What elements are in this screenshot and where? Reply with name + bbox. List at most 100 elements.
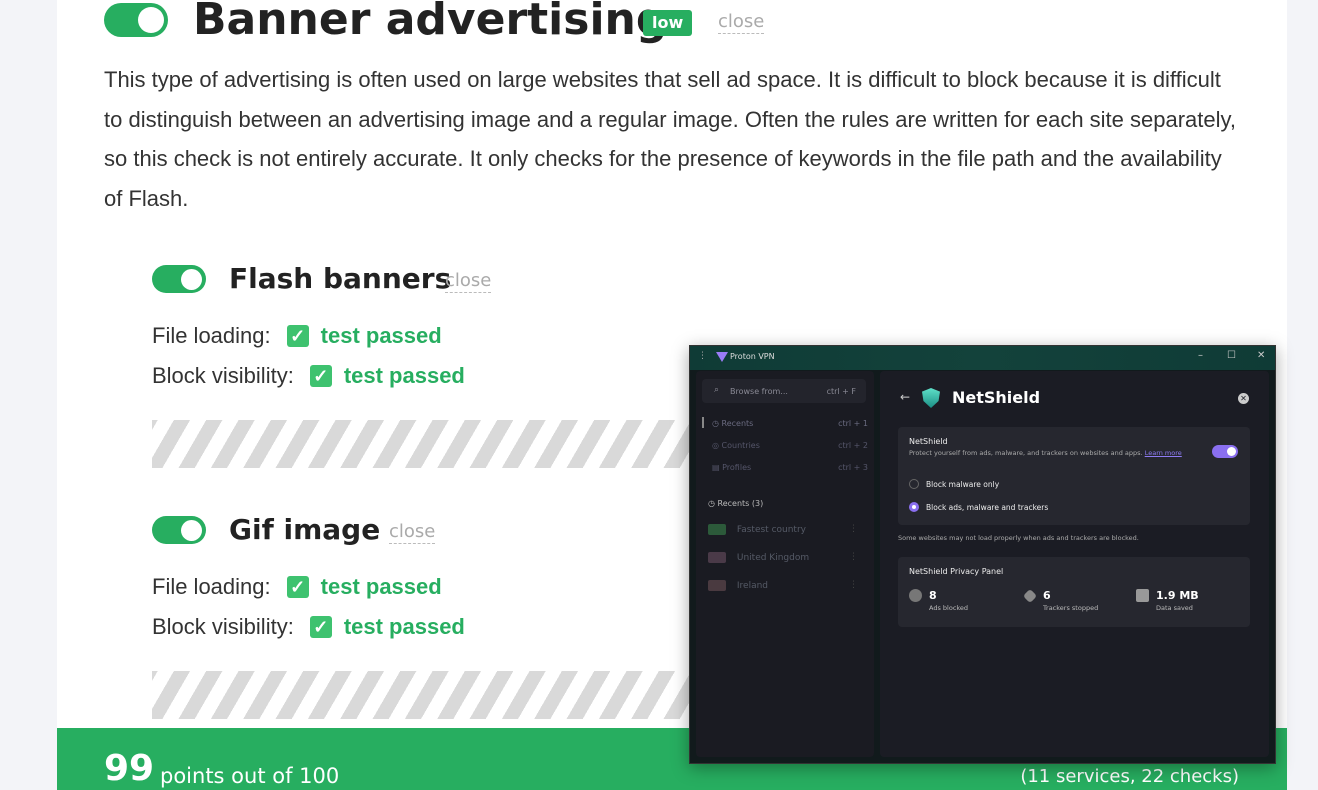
nav-shortcut: ctrl + 1 <box>838 419 868 428</box>
proton-vpn-window: ⋮ Proton VPN – ☐ ✕ ⌕ Browse from... ctrl… <box>689 345 1276 764</box>
checkmark-icon: ✓ <box>309 365 332 387</box>
stat-label: Ads blocked <box>929 604 969 612</box>
row-label: File loading: <box>152 574 271 599</box>
gif-image-toggle[interactable] <box>152 516 206 544</box>
maximize-button[interactable]: ☐ <box>1227 350 1236 361</box>
vpn-app-title: Proton VPN <box>730 352 775 361</box>
netshield-note: Some websites may not load properly when… <box>898 534 1139 542</box>
row-result: test passed <box>343 614 465 639</box>
tracker-icon <box>1022 588 1038 604</box>
flash-block-visibility-row: Block visibility: ✓ test passed <box>152 363 465 389</box>
row-label: Block visibility: <box>152 363 294 388</box>
checkmark-icon: ✓ <box>286 576 309 598</box>
search-icon: ⌕ <box>714 385 720 395</box>
option-block-malware[interactable]: Block malware only <box>909 479 999 489</box>
netshield-toggle[interactable] <box>1212 445 1238 458</box>
row-result: test passed <box>320 574 442 599</box>
checks-summary: (11 services, 22 checks) <box>1020 766 1239 787</box>
clock-icon: ◷ <box>708 499 715 508</box>
test-title-gif-image: Gif image <box>229 513 381 546</box>
netshield-description: Protect yourself from ads, malware, and … <box>909 448 1189 458</box>
toggle-knob <box>138 7 164 33</box>
stat-value: 8 <box>929 589 937 602</box>
search-shortcut: ctrl + F <box>826 387 856 396</box>
flash-file-loading-row: File loading: ✓ test passed <box>152 323 442 349</box>
nav-shortcut: ctrl + 3 <box>838 463 868 472</box>
vpn-sidebar: ⌕ Browse from... ctrl + F ◷ Recents ctrl… <box>696 371 874 757</box>
severity-badge: low <box>643 10 693 36</box>
bolt-icon <box>708 524 726 535</box>
row-result: test passed <box>320 323 442 348</box>
stat-label: Data saved <box>1156 604 1193 612</box>
radio-on-icon <box>909 502 919 512</box>
option-label: Block malware only <box>926 479 1000 489</box>
netshield-panel: ← NetShield ✕ NetShield Protect yourself… <box>880 371 1269 757</box>
nav-item-recents[interactable]: ◷ Recents ctrl + 1 <box>702 417 868 428</box>
privacy-panel: NetShield Privacy Panel 8 Ads blocked 6 … <box>898 557 1250 627</box>
score-value: 99 <box>104 748 155 789</box>
checkmark-icon: ✓ <box>309 616 332 638</box>
ads-blocked-icon <box>909 589 922 602</box>
flag-uk-icon <box>708 552 726 563</box>
banner-advertising-toggle[interactable] <box>104 3 168 37</box>
clock-icon: ◷ <box>712 419 719 428</box>
netshield-settings-card: NetShield Protect yourself from ads, mal… <box>898 427 1250 525</box>
section-close-link[interactable]: close <box>718 11 765 34</box>
more-icon[interactable]: ⋮ <box>849 580 858 590</box>
recent-item-fastest[interactable]: Fastest country ⋮ <box>708 524 858 535</box>
blocked-banner-placeholder <box>152 420 712 468</box>
radio-off-icon <box>909 479 919 489</box>
test-title-flash-banners: Flash banners <box>229 262 452 295</box>
learn-more-link[interactable]: Learn more <box>1145 449 1182 457</box>
nav-label: Countries <box>721 441 760 450</box>
recent-label: United Kingdom <box>736 553 810 563</box>
vpn-titlebar: ⋮ Proton VPN – ☐ ✕ <box>690 346 1275 370</box>
nav-label: Recents <box>721 419 754 428</box>
recent-item-ireland[interactable]: Ireland ⋮ <box>708 580 858 591</box>
gif-file-loading-row: File loading: ✓ test passed <box>152 574 442 600</box>
more-icon[interactable]: ⋮ <box>849 552 858 562</box>
privacy-panel-title: NetShield Privacy Panel <box>909 567 1004 576</box>
blocked-gif-placeholder <box>152 671 712 719</box>
minimize-button[interactable]: – <box>1198 350 1203 361</box>
netshield-shield-icon <box>922 388 940 408</box>
section-title: Banner advertising <box>193 0 668 45</box>
recent-item-uk[interactable]: United Kingdom ⋮ <box>708 552 858 563</box>
recent-label: Fastest country <box>736 525 806 535</box>
menu-dots-icon[interactable]: ⋮ <box>698 351 707 361</box>
profile-icon: ▤ <box>712 463 720 472</box>
recents-heading: ◷ Recents (3) <box>708 499 763 508</box>
toggle-knob <box>181 268 202 290</box>
close-panel-icon[interactable]: ✕ <box>1238 393 1249 404</box>
recent-label: Ireland <box>736 581 769 591</box>
stat-value: 6 <box>1043 589 1051 602</box>
netshield-title: NetShield <box>952 388 1041 407</box>
option-block-ads-malware-trackers[interactable]: Block ads, malware and trackers <box>909 502 1048 512</box>
flash-banners-close-link[interactable]: close <box>445 270 492 293</box>
recents-heading-label: Recents (3) <box>717 499 764 508</box>
flash-banners-toggle[interactable] <box>152 265 206 293</box>
gif-block-visibility-row: Block visibility: ✓ test passed <box>152 614 465 640</box>
search-placeholder: Browse from... <box>730 387 788 396</box>
gif-image-close-link[interactable]: close <box>389 521 436 544</box>
more-icon[interactable]: ⋮ <box>849 524 858 534</box>
row-result: test passed <box>343 363 465 388</box>
stat-value: 1.9 MB <box>1156 589 1199 602</box>
nav-shortcut: ctrl + 2 <box>838 441 868 450</box>
checkmark-icon: ✓ <box>286 325 309 347</box>
proton-vpn-logo-icon <box>716 352 728 362</box>
back-arrow-icon[interactable]: ← <box>900 390 910 404</box>
row-label: Block visibility: <box>152 614 294 639</box>
flag-ireland-icon <box>708 580 726 591</box>
netshield-label: NetShield <box>909 437 948 446</box>
score-text: points out of 100 <box>160 764 340 788</box>
netshield-desc-text: Protect yourself from ads, malware, and … <box>909 449 1143 457</box>
nav-item-countries[interactable]: ◎ Countries ctrl + 2 <box>704 441 868 450</box>
nav-item-profiles[interactable]: ▤ Profiles ctrl + 3 <box>704 463 868 472</box>
section-description: This type of advertising is often used o… <box>104 67 1237 211</box>
browse-search-input[interactable]: ⌕ Browse from... ctrl + F <box>702 379 866 403</box>
option-label: Block ads, malware and trackers <box>926 502 1049 512</box>
row-label: File loading: <box>152 323 271 348</box>
close-window-button[interactable]: ✕ <box>1257 350 1265 361</box>
globe-icon: ◎ <box>712 441 719 450</box>
